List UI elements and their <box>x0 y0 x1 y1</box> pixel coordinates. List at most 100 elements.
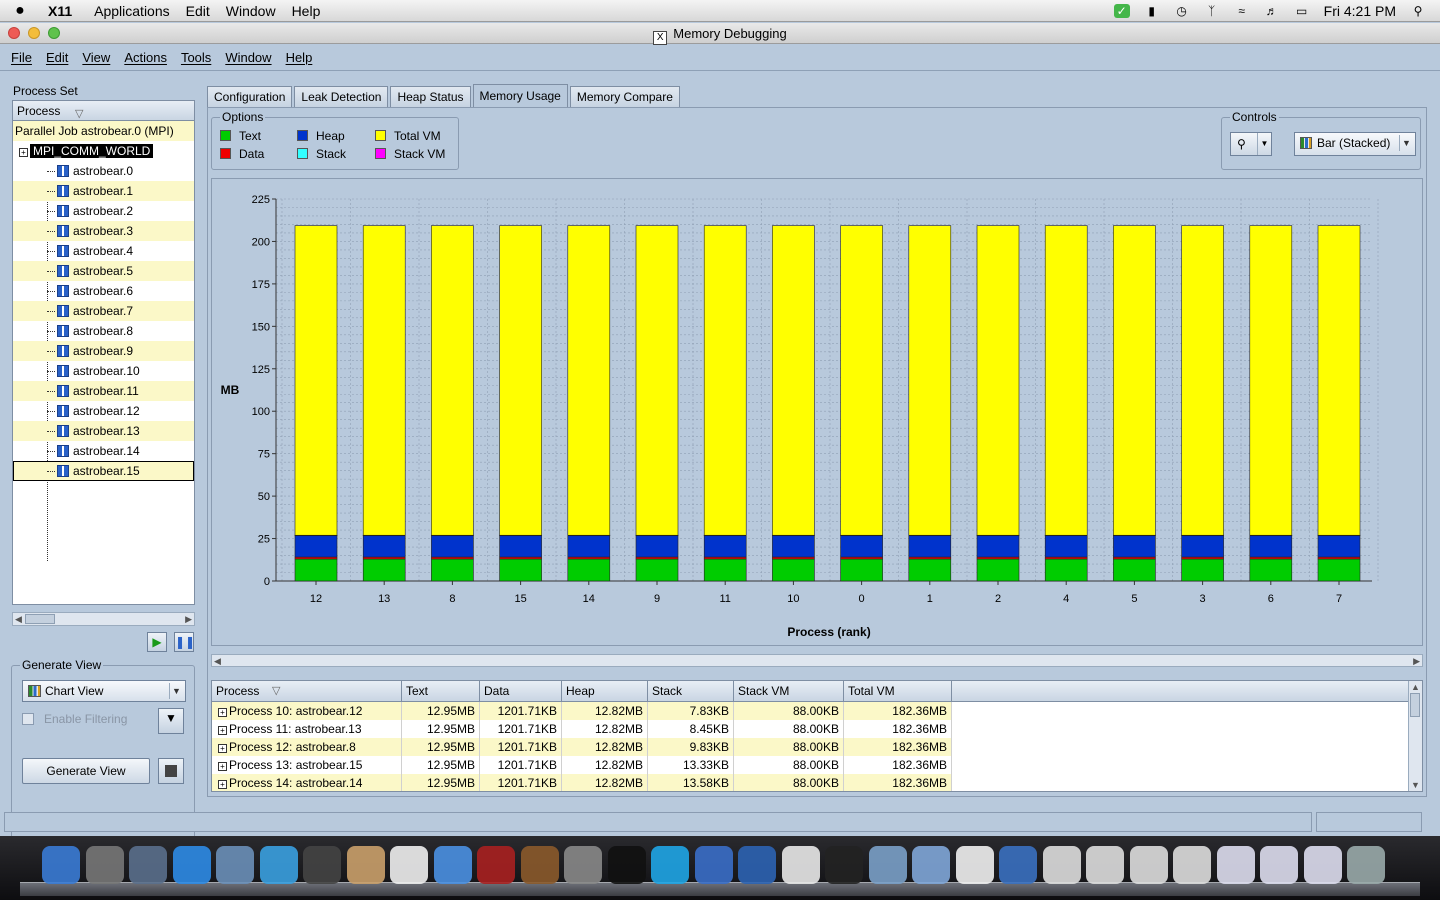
tree-process-row[interactable]: astrobear.14 <box>13 441 194 461</box>
document-9-dock-icon[interactable] <box>1303 846 1342 884</box>
column-header-data[interactable]: Data <box>480 681 562 701</box>
table-vertical-scrollbar[interactable]: ▲ ▼ <box>1408 681 1422 791</box>
document-5-dock-icon[interactable] <box>1129 846 1168 884</box>
menu-app-x11[interactable]: X11 <box>40 3 86 19</box>
filter-icon[interactable]: ▽ <box>272 681 280 702</box>
chart-horizontal-scrollbar[interactable]: ◀ ▶ <box>211 654 1423 667</box>
bluetooth-icon[interactable]: ᛉ <box>1204 4 1220 18</box>
facetime-dock-icon[interactable] <box>303 846 341 884</box>
folder-dock-icon[interactable] <box>912 846 950 884</box>
finder-dock-icon[interactable] <box>42 846 80 884</box>
legend-data[interactable]: Data <box>220 147 264 161</box>
scroll-down-icon[interactable]: ▼ <box>1411 779 1420 791</box>
status-check-icon[interactable]: ✓ <box>1113 4 1130 18</box>
document-4-dock-icon[interactable] <box>1086 846 1124 884</box>
trash-dock-icon[interactable] <box>1347 846 1385 884</box>
table-row[interactable]: + Process 11: astrobear.13 12.95MB 1201.71K… <box>212 720 1422 738</box>
tree-process-row[interactable]: astrobear.5 <box>13 261 194 281</box>
x11-dock-icon[interactable] <box>825 846 863 884</box>
battery-icon[interactable]: ▭ <box>1294 4 1310 18</box>
table-row[interactable]: + Process 14: astrobear.14 12.95MB 1201.71K… <box>212 774 1422 791</box>
document-8-dock-icon[interactable] <box>1260 846 1298 884</box>
tree-process-row[interactable]: astrobear.2 <box>13 201 194 221</box>
tree-comm-row[interactable]: + MPI_COMM_WORLD <box>13 141 194 161</box>
tree-horizontal-scrollbar[interactable]: ◀ ▶ <box>12 612 195 626</box>
column-header-process[interactable]: Process ▽ <box>212 681 402 701</box>
chrome-dock-icon[interactable] <box>781 846 820 884</box>
document-dock-icon[interactable] <box>955 846 994 884</box>
tree-job-row[interactable]: Parallel Job astrobear.0 (MPI) <box>13 121 194 141</box>
menu-actions[interactable]: Actions <box>117 50 174 65</box>
column-header-stack[interactable]: Stack <box>648 681 734 701</box>
scrollbar-thumb[interactable] <box>1410 693 1420 717</box>
volume-icon[interactable]: ♬ <box>1264 4 1280 18</box>
launchpad-dock-icon[interactable] <box>85 846 124 884</box>
scrollbar-thumb[interactable] <box>25 614 55 624</box>
menu-tools[interactable]: Tools <box>174 50 218 65</box>
legend-text[interactable]: Text <box>220 129 261 143</box>
calendar-dock-icon[interactable] <box>390 846 428 884</box>
document-6-dock-icon[interactable] <box>1173 846 1211 884</box>
menu-help[interactable]: Help <box>284 3 329 19</box>
menu-window[interactable]: Window <box>218 3 284 19</box>
expand-icon[interactable]: + <box>218 708 227 717</box>
generate-view-button[interactable]: Generate View <box>22 758 150 784</box>
contacts-dock-icon[interactable] <box>346 846 385 884</box>
legend-total-vm[interactable]: Total VM <box>375 129 441 143</box>
visit-dock-icon[interactable] <box>694 846 733 884</box>
chevron-down-icon[interactable]: ▼ <box>1257 133 1271 155</box>
legend-heap[interactable]: Heap <box>297 129 345 143</box>
expand-icon[interactable]: + <box>218 762 227 771</box>
play-button[interactable]: ▶ <box>147 632 167 652</box>
safari-dock-icon[interactable] <box>259 846 298 884</box>
legend-stack[interactable]: Stack <box>297 147 346 161</box>
scroll-right-icon[interactable]: ▶ <box>185 613 192 625</box>
document-2-dock-icon[interactable] <box>999 846 1037 884</box>
spotlight-search-icon[interactable]: ⚲ <box>1410 4 1426 18</box>
tab-memory-compare[interactable]: Memory Compare <box>569 86 680 108</box>
tree-process-row[interactable]: astrobear.6 <box>13 281 194 301</box>
tab-heap-status[interactable]: Heap Status <box>390 86 471 108</box>
system-preferences-dock-icon[interactable] <box>129 846 167 884</box>
column-header-total-vm[interactable]: Total VM <box>844 681 952 701</box>
column-header-heap[interactable]: Heap <box>562 681 648 701</box>
time-machine-icon[interactable]: ◷ <box>1174 4 1190 18</box>
menu-edit[interactable]: Edit <box>178 3 218 19</box>
filter-funnel-button[interactable]: ▼ <box>158 708 184 734</box>
tree-process-row[interactable]: astrobear.13 <box>13 421 194 441</box>
scroll-right-icon[interactable]: ▶ <box>1413 655 1420 667</box>
tab-configuration[interactable]: Configuration <box>207 86 293 108</box>
tree-process-row[interactable]: astrobear.3 <box>13 221 194 241</box>
minimize-window-button[interactable] <box>28 27 40 39</box>
tree-process-row[interactable]: astrobear.1 <box>13 181 194 201</box>
chart-type-select[interactable]: Bar (Stacked) ▼ <box>1294 132 1416 156</box>
tree-process-row[interactable]: astrobear.9 <box>13 341 194 361</box>
photo-booth-dock-icon[interactable] <box>477 846 515 884</box>
pause-button[interactable]: ❚❚ <box>174 632 195 652</box>
zoom-window-button[interactable] <box>48 27 60 39</box>
table-row[interactable]: + Process 12: astrobear.8 12.95MB 1201.71KB… <box>212 738 1422 756</box>
skype-dock-icon[interactable] <box>651 846 689 884</box>
scroll-left-icon[interactable]: ◀ <box>15 613 22 625</box>
scroll-up-icon[interactable]: ▲ <box>1411 681 1420 693</box>
scroll-left-icon[interactable]: ◀ <box>214 655 221 667</box>
tree-process-row[interactable]: astrobear.12 <box>13 401 194 421</box>
itunes-dock-icon[interactable] <box>433 846 472 884</box>
menu-window-app[interactable]: Window <box>218 50 278 65</box>
menu-edit-app[interactable]: Edit <box>39 50 75 65</box>
table-row[interactable]: + Process 13: astrobear.15 12.95MB 1201.71K… <box>212 756 1422 774</box>
tree-header[interactable]: Process ▽ <box>13 101 194 121</box>
stop-button[interactable] <box>158 758 184 784</box>
tree-process-row[interactable]: astrobear.7 <box>13 301 194 321</box>
expand-icon[interactable]: + <box>218 726 227 735</box>
expand-icon[interactable]: + <box>19 148 28 157</box>
tab-leak-detection[interactable]: Leak Detection <box>294 86 389 108</box>
preferences-dock-icon[interactable] <box>564 846 602 884</box>
enable-filtering-checkbox[interactable] <box>22 713 34 725</box>
battery-status-icon[interactable]: ▮ <box>1144 4 1160 18</box>
clock[interactable]: Fri 4:21 PM <box>1324 3 1396 19</box>
menu-file[interactable]: File <box>4 50 39 65</box>
document-7-dock-icon[interactable] <box>1216 846 1255 884</box>
zoom-button[interactable]: ⚲ ▼ <box>1230 132 1272 156</box>
menu-applications[interactable]: Applications <box>86 3 178 19</box>
